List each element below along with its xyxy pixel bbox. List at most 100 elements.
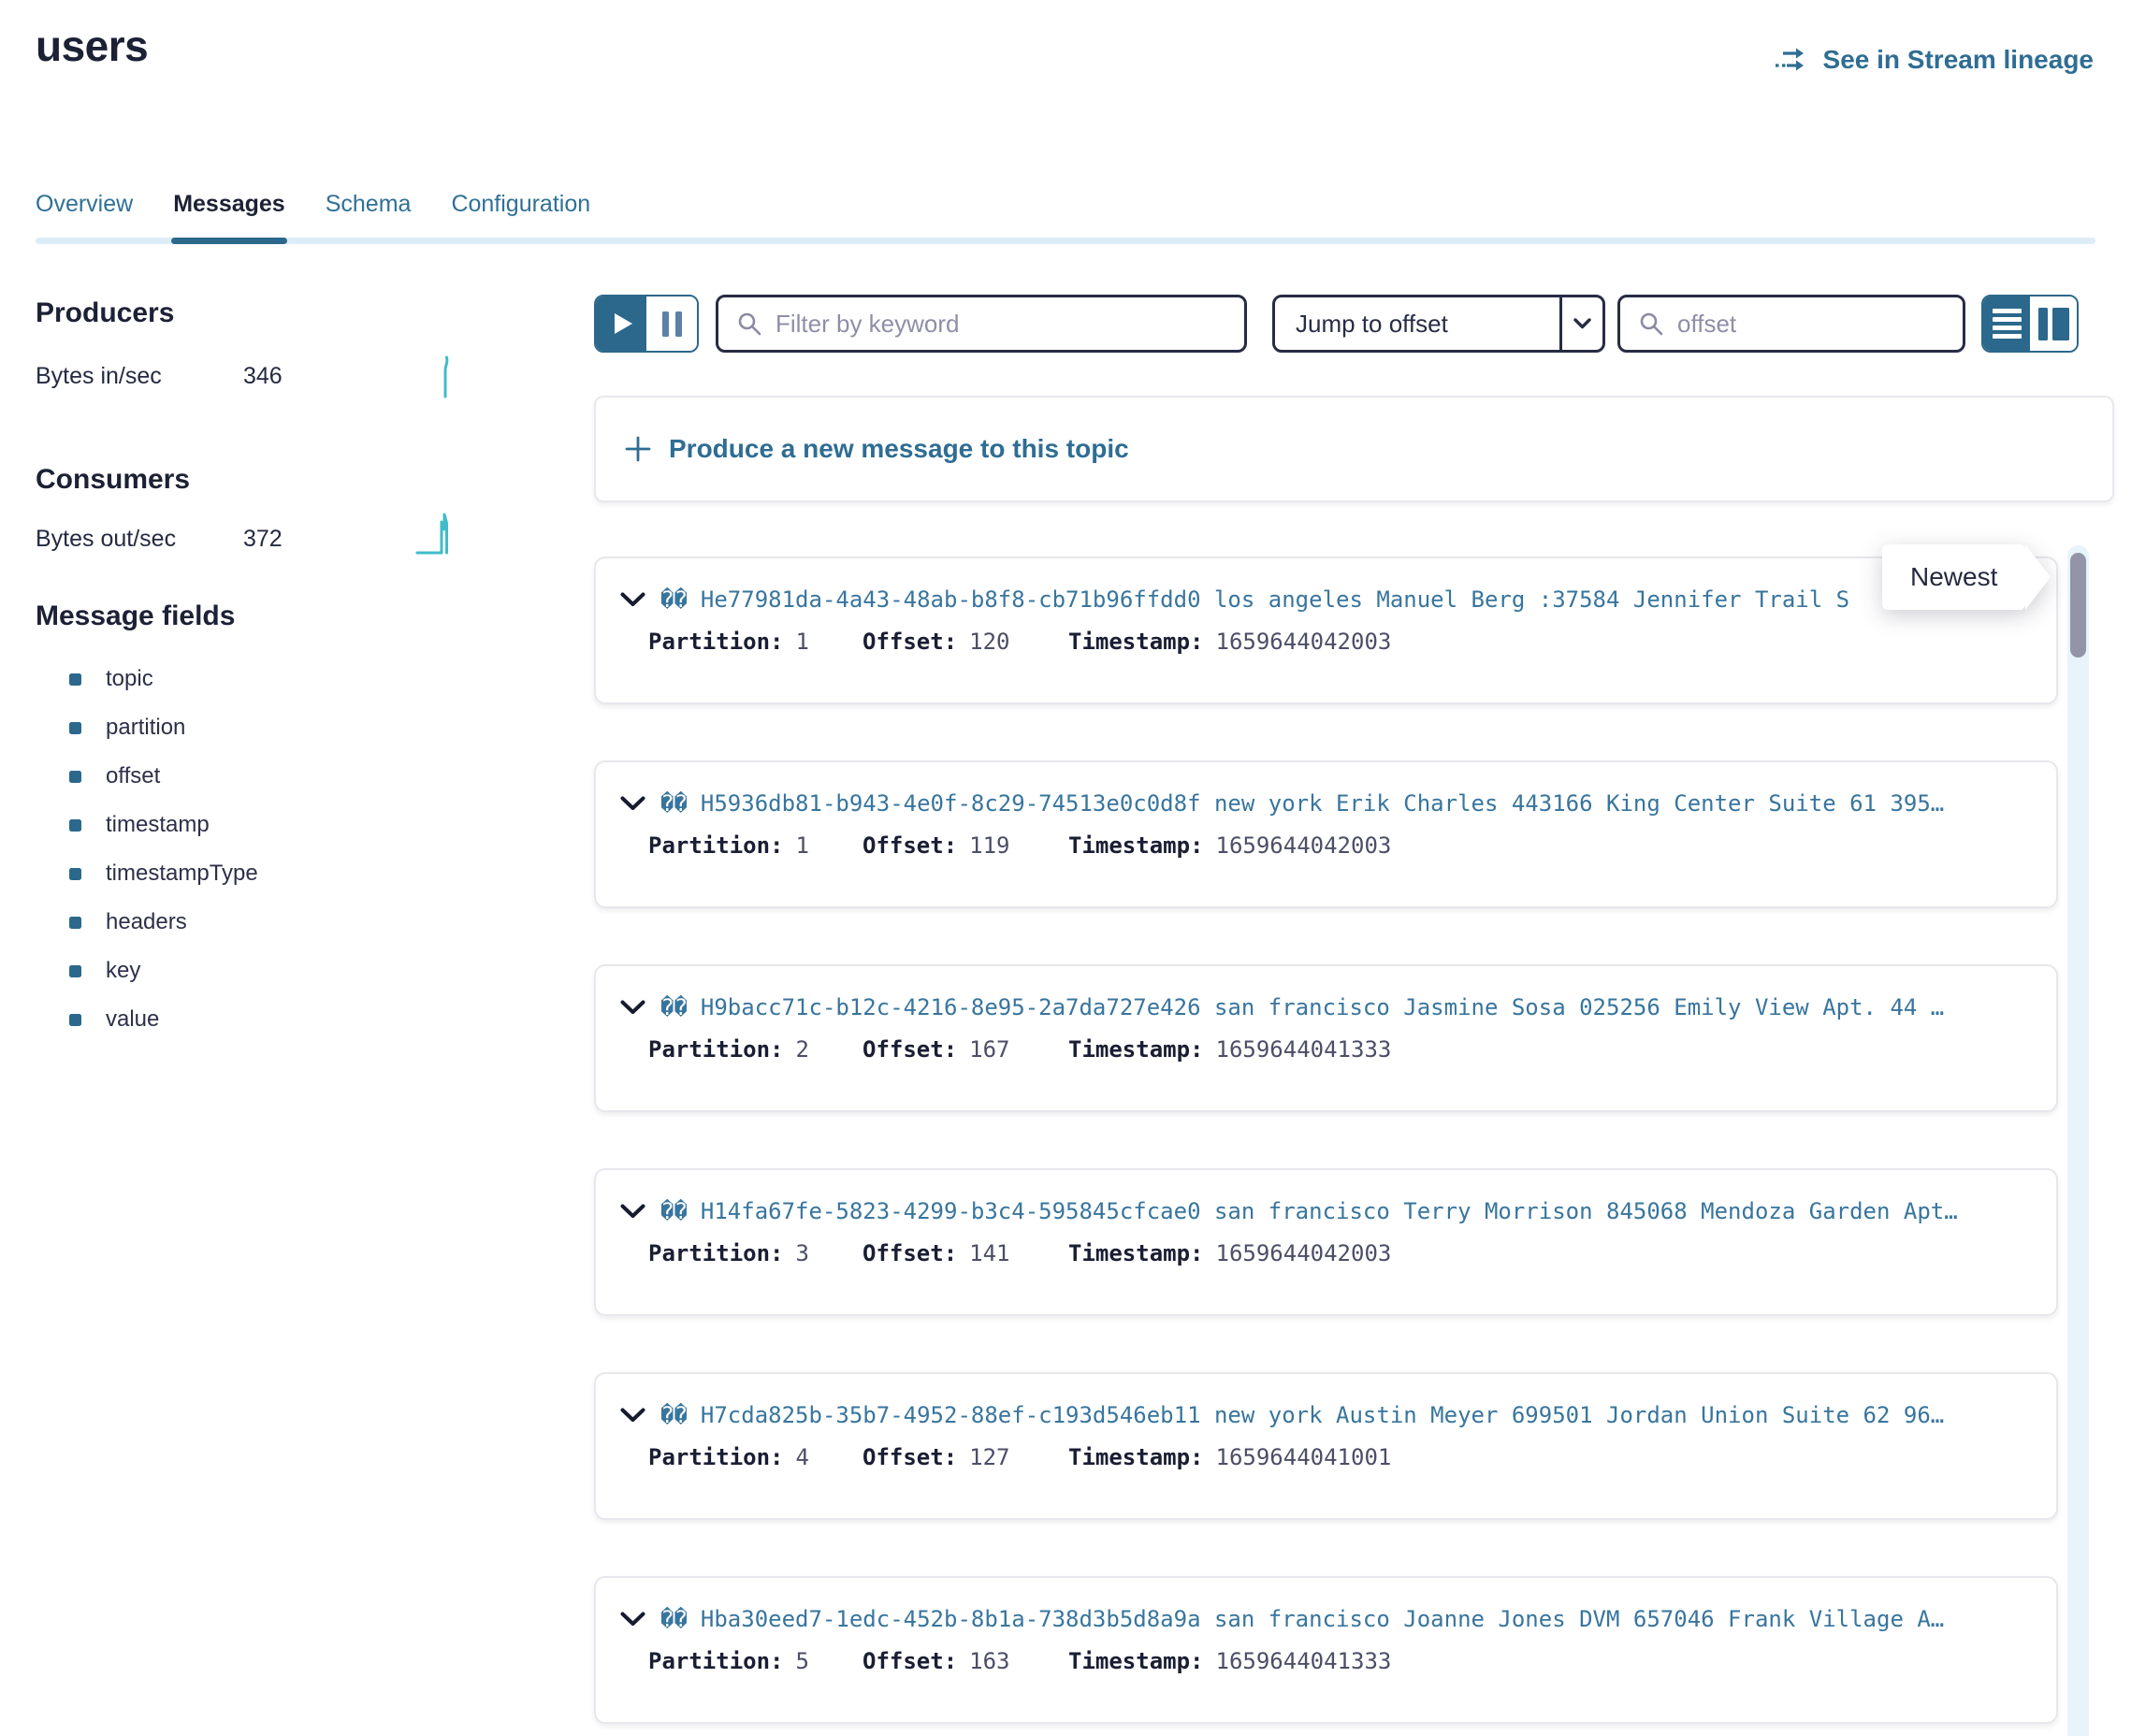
field-item-timestamp[interactable]: timestamp	[36, 801, 258, 849]
pause-icon	[662, 311, 682, 337]
message-key: H7cda825b-35b7-4952-88ef-c193d546eb11 ne…	[701, 1402, 1944, 1428]
message-card[interactable]: �� H9bacc71c-b12c-4216-8e95-2a7da727e426…	[594, 964, 2058, 1112]
columns-view-icon	[2038, 308, 2069, 340]
playpause-toggle	[594, 295, 699, 353]
field-item-offset[interactable]: offset	[36, 752, 258, 801]
message-key-row: �� H5936db81-b943-4e0f-8c29-74513e0c0d8f…	[620, 790, 2034, 817]
list-view-icon	[1993, 309, 2022, 339]
jump-select-value: Jump to offset	[1275, 310, 1559, 339]
play-button[interactable]	[596, 297, 646, 351]
tab-bar: Overview Messages Schema Configuration	[36, 191, 590, 244]
field-item-topic[interactable]: topic	[36, 655, 258, 703]
topic-message-viewer: users See in Stream lineage Overview Mes…	[0, 0, 2131, 1736]
timestamp-value: 1659644042003	[1216, 1240, 1392, 1266]
message-list-scrollbar-thumb[interactable]	[2070, 553, 2086, 658]
expand-chevron-icon[interactable]	[620, 1204, 645, 1219]
offset-input[interactable]	[1677, 310, 1944, 339]
timestamp-label: Timestamp:	[1068, 1648, 1204, 1674]
field-item-headers[interactable]: headers	[36, 898, 258, 947]
field-label: timestamp	[106, 812, 210, 838]
message-meta-row: Partition:1 Offset:119 Timestamp:1659644…	[648, 832, 2034, 859]
message-meta-row: Partition:1 Offset:120 Timestamp:1659644…	[648, 629, 2034, 655]
partition-value: 1	[796, 629, 809, 655]
offset-value: 141	[969, 1240, 1009, 1266]
message-fields-heading: Message fields	[36, 600, 235, 632]
tab-overview[interactable]: Overview	[36, 191, 133, 244]
pause-button[interactable]	[646, 297, 697, 351]
key-glyphs: ��	[660, 1198, 688, 1224]
offset-search-field	[1617, 295, 1965, 353]
bytes-out-metric: Bytes out/sec 372	[36, 526, 283, 553]
offset-label: Offset:	[863, 1240, 957, 1266]
message-list: �� He77981da-4a43-48ab-b8f8-cb71b96ffdd0…	[594, 557, 2058, 1736]
consumers-heading: Consumers	[36, 464, 190, 496]
message-card[interactable]: �� H14fa67fe-5823-4299-b3c4-595845cfcae0…	[594, 1168, 2058, 1316]
expand-chevron-icon[interactable]	[620, 1612, 645, 1627]
field-item-timestampType[interactable]: timestampType	[36, 849, 258, 898]
see-in-stream-lineage-link[interactable]: See in Stream lineage	[1774, 45, 2094, 75]
filter-input[interactable]	[776, 310, 1225, 339]
field-bullet-icon	[69, 868, 81, 880]
chevron-down-icon	[1573, 318, 1591, 329]
field-label: value	[106, 1006, 159, 1033]
bytes-in-sparkline	[438, 355, 455, 398]
select-chevron-zone	[1559, 297, 1602, 350]
offset-value: 127	[969, 1444, 1009, 1470]
expand-chevron-icon[interactable]	[620, 592, 645, 607]
jump-to-offset-select[interactable]: Jump to offset	[1272, 295, 1605, 353]
field-bullet-icon	[69, 1014, 81, 1026]
view-mode-toggle	[1981, 295, 2079, 353]
field-item-value[interactable]: value	[36, 995, 258, 1044]
timestamp-label: Timestamp:	[1068, 832, 1204, 859]
message-key-row: �� Hba30eed7-1edc-452b-8b1a-738d3b5d8a9a…	[620, 1606, 2034, 1632]
timestamp-value: 1659644041333	[1216, 1648, 1392, 1674]
message-key-row: �� H7cda825b-35b7-4952-88ef-c193d546eb11…	[620, 1402, 2034, 1428]
expand-chevron-icon[interactable]	[620, 1408, 645, 1423]
tab-configuration[interactable]: Configuration	[451, 191, 590, 244]
partition-label: Partition:	[648, 1444, 784, 1470]
offset-value: 120	[969, 629, 1009, 655]
lineage-link-label: See in Stream lineage	[1823, 45, 2094, 75]
search-icon	[737, 311, 762, 337]
timestamp-value: 1659644041333	[1216, 1036, 1392, 1063]
message-fields-list: topicpartitionoffset timestamp timestampTy…	[36, 655, 258, 1044]
bytes-in-metric: Bytes in/sec 346	[36, 363, 283, 390]
field-label: headers	[106, 909, 187, 935]
timestamp-label: Timestamp:	[1068, 1444, 1204, 1470]
field-bullet-icon	[69, 917, 81, 929]
offset-label: Offset:	[863, 1444, 957, 1470]
newest-tooltip-label: Newest	[1910, 562, 1997, 592]
field-label: timestampType	[106, 861, 258, 887]
tab-messages[interactable]: Messages	[173, 191, 285, 244]
expand-chevron-icon[interactable]	[620, 1000, 645, 1015]
message-card[interactable]: �� H7cda825b-35b7-4952-88ef-c193d546eb11…	[594, 1372, 2058, 1520]
expand-chevron-icon[interactable]	[620, 796, 645, 811]
field-item-key[interactable]: key	[36, 947, 258, 995]
message-card[interactable]: �� Hba30eed7-1edc-452b-8b1a-738d3b5d8a9a…	[594, 1576, 2058, 1724]
timestamp-value: 1659644041001	[1216, 1444, 1392, 1470]
message-key: Hba30eed7-1edc-452b-8b1a-738d3b5d8a9a sa…	[701, 1606, 1944, 1632]
message-card[interactable]: �� He77981da-4a43-48ab-b8f8-cb71b96ffdd0…	[594, 557, 2058, 704]
partition-label: Partition:	[648, 1240, 784, 1266]
timestamp-label: Timestamp:	[1068, 1036, 1204, 1063]
field-bullet-icon	[69, 819, 81, 832]
message-card[interactable]: �� H5936db81-b943-4e0f-8c29-74513e0c0d8f…	[594, 760, 2058, 908]
bytes-out-sparkline	[415, 511, 460, 556]
list-view-button[interactable]	[1983, 297, 2030, 351]
partition-label: Partition:	[648, 629, 784, 655]
columns-view-button[interactable]	[2030, 297, 2077, 351]
produce-message-button[interactable]: Produce a new message to this topic	[594, 396, 2114, 502]
message-list-scrollbar-track[interactable]	[2067, 545, 2089, 1736]
message-key-row: �� H9bacc71c-b12c-4216-8e95-2a7da727e426…	[620, 994, 2034, 1020]
message-key: H14fa67fe-5823-4299-b3c4-595845cfcae0 sa…	[701, 1198, 1958, 1224]
tab-schema[interactable]: Schema	[326, 191, 412, 244]
offset-value: 119	[969, 832, 1009, 859]
offset-label: Offset:	[863, 832, 957, 859]
key-glyphs: ��	[660, 994, 688, 1020]
message-key: H9bacc71c-b12c-4216-8e95-2a7da727e426 sa…	[701, 994, 1944, 1020]
key-glyphs: ��	[660, 1606, 688, 1632]
partition-value: 4	[796, 1444, 809, 1470]
bytes-out-label: Bytes out/sec	[36, 526, 243, 553]
field-item-partition[interactable]: partition	[36, 703, 258, 752]
offset-value: 163	[969, 1648, 1009, 1674]
